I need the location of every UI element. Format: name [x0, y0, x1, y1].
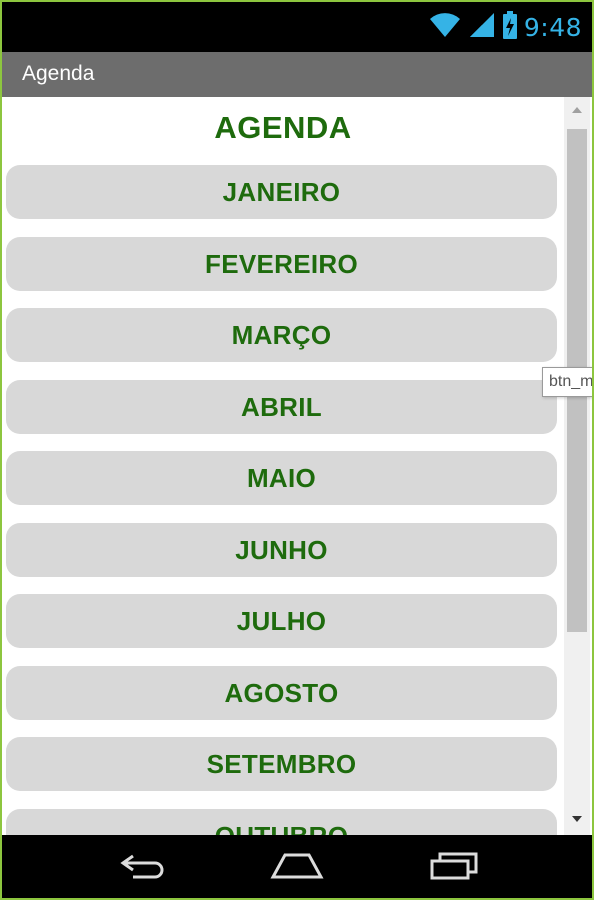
recent-apps-icon[interactable]	[424, 845, 484, 887]
app-title-bar: Agenda	[2, 52, 592, 97]
back-icon[interactable]	[114, 845, 174, 887]
month-button-abril[interactable]: ABRIL	[6, 380, 557, 434]
main-content[interactable]: AGENDA JANEIRO FEVEREIRO MARÇO ABRIL MAI…	[2, 97, 592, 835]
month-button-fevereiro[interactable]: FEVEREIRO	[6, 237, 557, 291]
month-button-setembro[interactable]: SETEMBRO	[6, 737, 557, 791]
scroll-up-arrow-icon[interactable]	[564, 99, 590, 121]
status-clock: 9:48	[523, 12, 582, 42]
app-title: Agenda	[22, 62, 95, 85]
month-button-agosto[interactable]: AGOSTO	[6, 666, 557, 720]
home-icon[interactable]	[267, 845, 327, 887]
page-title: AGENDA	[214, 110, 352, 145]
app-frame: 9:48 Agenda AGENDA JANEIRO FEVEREIRO MAR…	[0, 0, 594, 900]
signal-icon	[468, 11, 496, 44]
month-button-janeiro[interactable]: JANEIRO	[6, 165, 557, 219]
month-button-julho[interactable]: JULHO	[6, 594, 557, 648]
status-bar: 9:48	[2, 2, 592, 52]
month-button-outubro[interactable]: OUTUBRO	[6, 809, 557, 835]
battery-charging-icon	[502, 10, 518, 45]
tooltip: btn_m	[542, 367, 592, 397]
scroll-down-arrow-icon[interactable]	[564, 808, 590, 830]
month-button-junho[interactable]: JUNHO	[6, 523, 557, 577]
status-icons: 9:48	[428, 2, 582, 52]
month-button-marco[interactable]: MARÇO	[6, 308, 557, 362]
navigation-bar	[2, 835, 592, 898]
wifi-icon	[428, 11, 462, 44]
month-button-maio[interactable]: MAIO	[6, 451, 557, 505]
